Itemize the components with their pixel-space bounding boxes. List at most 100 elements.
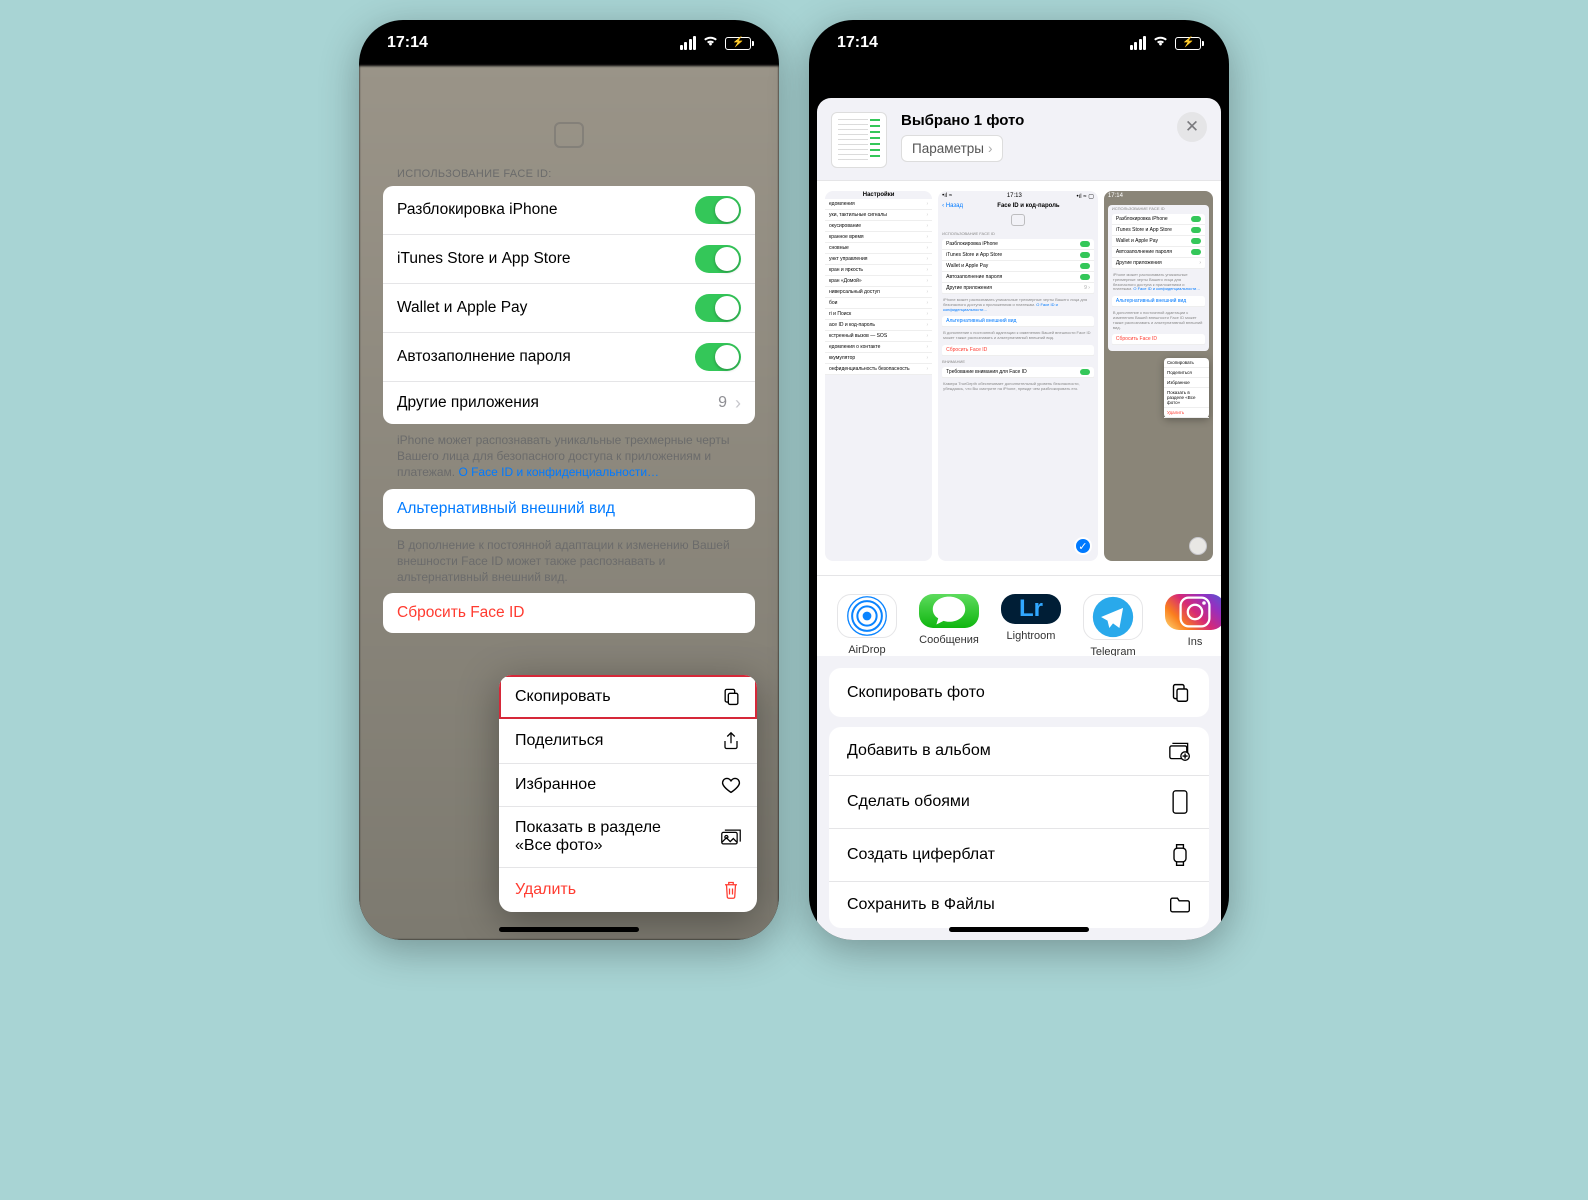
wifi-icon	[702, 34, 719, 52]
copy-icon	[1169, 682, 1191, 703]
row-label: Разблокировка iPhone	[397, 201, 557, 219]
row-reset-faceid[interactable]: Сбросить Face ID	[383, 593, 755, 633]
battery-icon: ⚡	[725, 37, 751, 50]
toggle-itunes[interactable]	[695, 245, 741, 273]
share-title: Выбрано 1 фото	[901, 112, 1163, 129]
telegram-icon	[1083, 594, 1143, 640]
footnote-alt-appearance: В дополнение к постоянной адаптации к из…	[383, 529, 755, 594]
app-label: Ins	[1188, 636, 1203, 648]
phone-left: 17:14 ⚡ ИСПОЛЬЗОВАНИЕ FACE ID: Разблокир…	[359, 20, 779, 940]
row-unlock-iphone[interactable]: Разблокировка iPhone	[383, 186, 755, 235]
row-password-autofill[interactable]: Автозаполнение пароля	[383, 333, 755, 382]
app-telegram[interactable]: Telegram	[1081, 594, 1145, 642]
action-create-watchface[interactable]: Создать циферблат	[829, 829, 1209, 882]
app-airdrop[interactable]: AirDrop	[835, 594, 899, 642]
close-icon: ✕	[1185, 117, 1199, 137]
phone-right: 17:14 ⚡ Выбрано 1 фото Параметры › ✕	[809, 20, 1229, 940]
ctx-delete[interactable]: Удалить	[499, 868, 757, 912]
options-label: Параметры	[912, 141, 984, 156]
chevron-right-icon: ›	[988, 141, 993, 156]
row-label: Автозаполнение пароля	[397, 348, 571, 366]
copy-icon	[721, 687, 741, 706]
faceid-uses-list: Разблокировка iPhone iTunes Store и App …	[383, 186, 755, 424]
battery-icon: ⚡	[1175, 37, 1201, 50]
status-bar: 17:14 ⚡	[809, 20, 1229, 66]
home-indicator[interactable]	[949, 927, 1089, 932]
share-header: Выбрано 1 фото Параметры › ✕	[817, 98, 1221, 180]
photos-icon	[721, 828, 741, 846]
share-app-row[interactable]: AirDrop Сообщения Lr Lightroom Telegram	[817, 576, 1221, 656]
row-other-apps[interactable]: Другие приложения 9 ›	[383, 382, 755, 424]
watch-icon	[1169, 843, 1191, 867]
app-label: AirDrop	[848, 644, 885, 656]
share-thumbnail	[831, 112, 887, 168]
section-header-faceid: ИСПОЛЬЗОВАНИЕ FACE ID:	[383, 158, 755, 186]
ctx-favorite[interactable]: Избранное	[499, 764, 757, 807]
home-indicator[interactable]	[499, 927, 639, 932]
wifi-icon	[1152, 34, 1169, 52]
instagram-icon	[1165, 594, 1221, 630]
app-label: Сообщения	[919, 634, 979, 646]
row-label: iTunes Store и App Store	[397, 250, 571, 268]
ctx-show-in-photos[interactable]: Показать в разделе «Все фото»	[499, 807, 757, 868]
app-messages[interactable]: Сообщения	[917, 594, 981, 642]
unselected-circle-icon	[1189, 537, 1207, 555]
folder-icon	[1169, 896, 1191, 914]
app-lightroom[interactable]: Lr Lightroom	[999, 594, 1063, 642]
preview-screenshot-1[interactable]: Настройки едомления›уки, тактильные сигн…	[825, 191, 932, 561]
action-label: Сделать обоями	[847, 793, 970, 811]
status-icons: ⚡	[1130, 34, 1202, 52]
row-itunes-appstore[interactable]: iTunes Store и App Store	[383, 235, 755, 284]
faceid-icon	[554, 122, 584, 148]
share-sheet: Выбрано 1 фото Параметры › ✕ Настройки е…	[817, 98, 1221, 940]
app-label: Lightroom	[1007, 630, 1056, 642]
app-instagram[interactable]: Ins	[1163, 594, 1221, 642]
status-bar: 17:14 ⚡	[359, 20, 779, 66]
messages-icon	[919, 594, 979, 628]
other-apps-count: 9	[718, 394, 727, 412]
action-copy-photo[interactable]: Скопировать фото	[829, 668, 1209, 717]
signal-icon	[680, 36, 697, 50]
options-button[interactable]: Параметры ›	[901, 135, 1003, 162]
action-label: Скопировать фото	[847, 684, 985, 702]
phone-icon	[1169, 790, 1191, 814]
app-label: Telegram	[1090, 646, 1135, 656]
action-label: Добавить в альбом	[847, 742, 991, 760]
album-plus-icon	[1169, 741, 1191, 761]
signal-icon	[1130, 36, 1147, 50]
share-icon	[721, 731, 741, 751]
status-icons: ⚡	[680, 34, 752, 52]
action-add-to-album[interactable]: Добавить в альбом	[829, 727, 1209, 776]
ctx-copy[interactable]: Скопировать	[499, 675, 757, 719]
toggle-wallet[interactable]	[695, 294, 741, 322]
selected-check-icon: ✓	[1074, 537, 1092, 555]
preview-screenshot-3[interactable]: 17:14 ИСПОЛЬЗОВАНИЕ FACE ID Разблокировк…	[1104, 191, 1213, 561]
row-alternate-appearance[interactable]: Альтернативный внешний вид	[383, 489, 755, 529]
lightroom-icon: Lr	[1001, 594, 1061, 624]
toggle-autofill[interactable]	[695, 343, 741, 371]
ctx-label: Показать в разделе «Все фото»	[515, 819, 695, 855]
ctx-label: Скопировать	[515, 688, 611, 706]
row-wallet-applepay[interactable]: Wallet и Apple Pay	[383, 284, 755, 333]
link-faceid-privacy[interactable]: О Face ID и конфиденциальности…	[458, 465, 659, 479]
screenshot-context-menu: Скопировать Поделиться Избранное Показат…	[499, 675, 757, 912]
action-label: Сохранить в Файлы	[847, 896, 995, 914]
preview-screenshot-2-selected[interactable]: •ıl ≈17:13•ıl ≈ ▢ ‹ НазадFace ID и код-п…	[938, 191, 1098, 561]
toggle-unlock[interactable]	[695, 196, 741, 224]
preview-strip[interactable]: Настройки едомления›уки, тактильные сигн…	[817, 180, 1221, 576]
ctx-share[interactable]: Поделиться	[499, 719, 757, 764]
ctx-label: Поделиться	[515, 732, 603, 750]
row-label: Wallet и Apple Pay	[397, 299, 527, 317]
chevron-right-icon: ›	[735, 393, 741, 414]
action-save-to-files[interactable]: Сохранить в Файлы	[829, 882, 1209, 928]
row-accessory: 9 ›	[718, 393, 741, 414]
airdrop-icon	[837, 594, 897, 638]
close-button[interactable]: ✕	[1177, 112, 1207, 142]
heart-icon	[721, 776, 741, 794]
settings-faceid-panel: ИСПОЛЬЗОВАНИЕ FACE ID: Разблокировка iPh…	[383, 122, 755, 633]
status-time: 17:14	[837, 34, 878, 52]
status-time: 17:14	[387, 34, 428, 52]
trash-icon	[721, 880, 741, 900]
action-set-wallpaper[interactable]: Сделать обоями	[829, 776, 1209, 829]
row-label: Другие приложения	[397, 394, 539, 412]
